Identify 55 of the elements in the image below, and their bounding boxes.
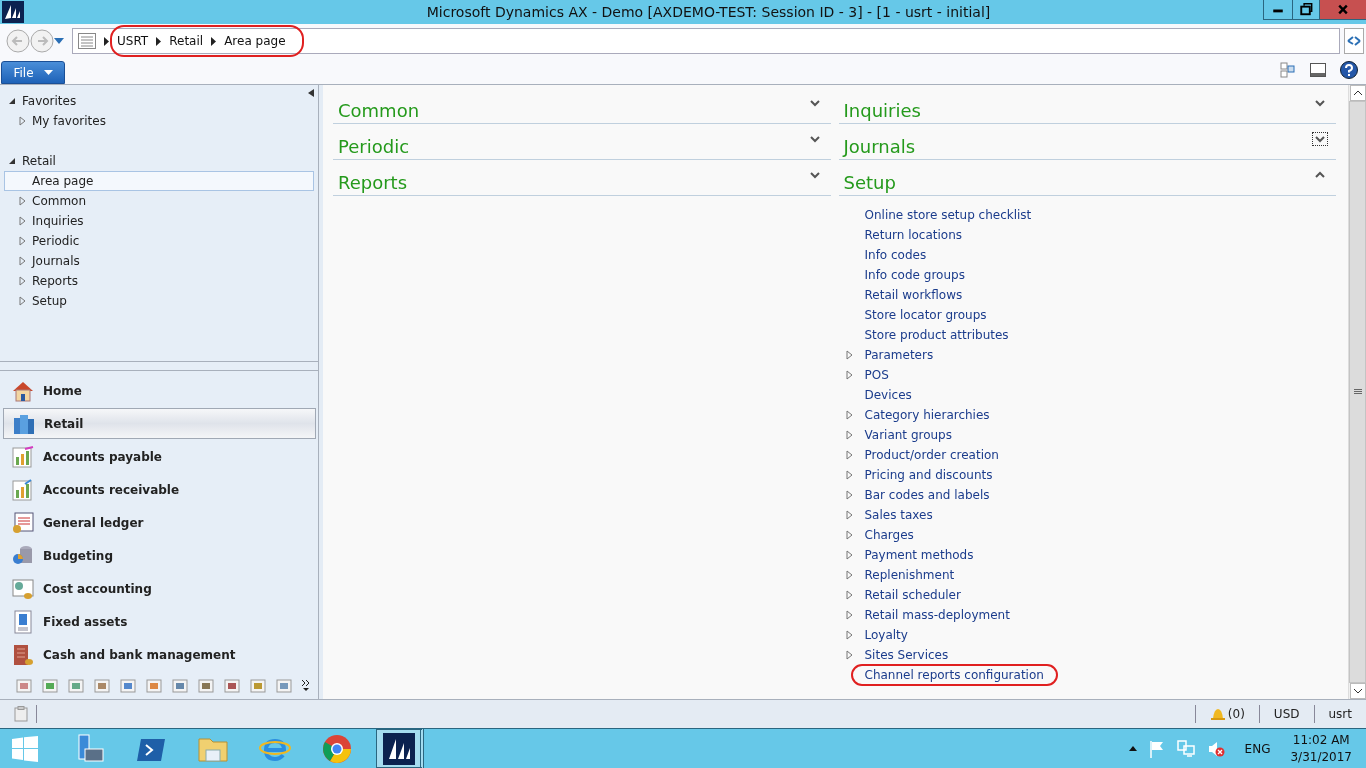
module-button[interactable]: Retail: [3, 408, 316, 439]
module-button[interactable]: Accounts receivable: [3, 474, 316, 505]
address-field[interactable]: USRT Retail Area page: [72, 28, 1340, 54]
tree-item[interactable]: Common: [4, 191, 314, 211]
menu-link[interactable]: Pricing and discounts: [850, 464, 1007, 486]
module-button[interactable]: Accounts payable: [3, 441, 316, 472]
tree-item[interactable]: Periodic: [4, 231, 314, 251]
menu-link[interactable]: Sales taxes: [850, 504, 947, 526]
tree-section[interactable]: Retail: [4, 151, 314, 171]
menu-link[interactable]: Devices: [850, 384, 926, 406]
currency-indicator[interactable]: USD: [1267, 707, 1306, 721]
menu-link[interactable]: Variant groups: [850, 424, 966, 446]
window-title: Microsoft Dynamics AX - Demo [AXDEMO-TEST: Session ID - 3] - [1 - usrt - initial]: [425, 4, 992, 20]
menu-link[interactable]: Store locator groups: [850, 304, 1001, 326]
menu-link[interactable]: Charges: [850, 524, 928, 546]
tree-item[interactable]: Journals: [4, 251, 314, 271]
menu-link[interactable]: Parameters: [850, 344, 948, 366]
group-header[interactable]: Setup: [838, 161, 1336, 196]
menu-link[interactable]: Info code groups: [850, 264, 979, 286]
tree-item[interactable]: Reports: [4, 271, 314, 291]
menu-link[interactable]: Bar codes and labels: [850, 484, 1004, 506]
menu-link[interactable]: Product/order creation: [850, 444, 1013, 466]
menu-link[interactable]: Replenishment: [850, 564, 969, 586]
menu-link[interactable]: Channel reports configuration: [850, 664, 1058, 686]
language-indicator[interactable]: ENG: [1244, 741, 1271, 756]
module-button[interactable]: General ledger: [3, 507, 316, 538]
file-menu-button[interactable]: File: [1, 61, 65, 84]
tree-section[interactable]: Favorites: [4, 91, 314, 111]
menu-link[interactable]: Store product attributes: [850, 324, 1023, 346]
menu-link[interactable]: POS: [850, 364, 903, 386]
tree-item[interactable]: Setup: [4, 291, 314, 311]
module-button[interactable]: Cash and bank management: [3, 639, 316, 670]
menu-link[interactable]: Sites Services: [850, 644, 963, 666]
tree-item[interactable]: Area page: [4, 171, 314, 191]
breadcrumb-link[interactable]: Retail: [169, 34, 204, 48]
menu-link[interactable]: Info codes: [850, 244, 941, 266]
menu-link[interactable]: Online store setup checklist: [850, 204, 1046, 226]
module-button[interactable]: Cost accounting: [3, 573, 316, 604]
clock[interactable]: 11:02 AM 3/31/2017: [1290, 731, 1352, 766]
tree-item[interactable]: Inquiries: [4, 211, 314, 231]
module-button[interactable]: Budgeting: [3, 540, 316, 571]
breadcrumb-link[interactable]: USRT: [117, 34, 149, 48]
menu-link[interactable]: Return locations: [850, 224, 976, 246]
menu-link[interactable]: Loyalty: [850, 624, 922, 646]
menu-link[interactable]: Retail scheduler: [850, 584, 975, 606]
menu-link[interactable]: Category hierarchies: [850, 404, 1004, 426]
tree-item[interactable]: My favorites: [4, 111, 314, 131]
module-button[interactable]: Home: [3, 375, 316, 406]
menu-link[interactable]: Retail mass-deployment: [850, 604, 1024, 626]
user-indicator[interactable]: usrt: [1322, 707, 1358, 721]
menu-link[interactable]: Payment methods: [850, 544, 988, 566]
menu-link[interactable]: Retail workflows: [850, 284, 977, 306]
module-button[interactable]: Fixed assets: [3, 606, 316, 637]
breadcrumb-link[interactable]: Area page: [224, 34, 286, 48]
notifications-indicator[interactable]: (0): [1203, 706, 1251, 722]
